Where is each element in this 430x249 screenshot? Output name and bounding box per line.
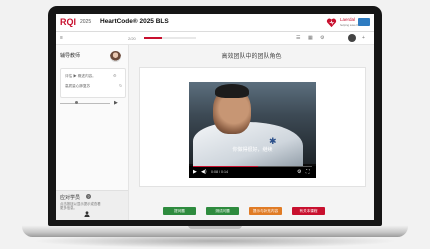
sidebar: 辅导教师 评估 ▶ 概述内容。 高质量心肺复苏 ⚙ ↻ ▶ 应对学员 ? 点击按… — [56, 45, 129, 220]
action-buttons: 提问题 测试问题 提示与补充内容 有关本课程 — [129, 207, 374, 217]
video-player[interactable]: ✱ 你做得很好，继续 ▶ ◀) 0:08 / 0:14 ⚙ ⛶ — [189, 82, 316, 178]
top-action-button[interactable] — [358, 18, 370, 26]
about-course-button[interactable]: 有关本课程 — [292, 207, 325, 215]
video-card: ✱ 你做得很好，继续 ▶ ◀) 0:08 / 0:14 ⚙ ⛶ — [139, 67, 366, 187]
hamburger-icon[interactable]: ≡ — [60, 35, 63, 41]
video-controls: ▶ ◀) 0:08 / 0:14 ⚙ ⛶ — [189, 166, 316, 178]
video-subtitle: 你做得很好，继续 — [232, 147, 273, 153]
audio-scrub-handle[interactable] — [75, 101, 78, 104]
toolbar: ≡ 2/20 ☰ ▦ ⚙ + — [56, 32, 374, 45]
test-question-button[interactable]: 测试问题 — [206, 207, 239, 215]
volume-icon[interactable]: ◀) — [201, 169, 207, 175]
audio-track[interactable] — [60, 103, 110, 104]
play-icon[interactable]: ▶ — [114, 100, 118, 106]
chat-line: 评估 ▶ 概述内容。 — [65, 74, 96, 78]
main-content: 高效团队中的团队角色 ✱ 你做得很好，继续 ▶ ◀) 0:08 / 0:14 ⚙… — [129, 45, 374, 220]
rqi-logo-year: 2025 — [80, 19, 92, 25]
ask-question-button[interactable]: 提问题 — [163, 207, 196, 215]
video-frame[interactable]: ✱ 你做得很好，继续 — [189, 82, 316, 170]
course-title: HeartCode® 2025 BLS — [100, 18, 169, 25]
course-progress-fill — [144, 37, 163, 39]
video-seek-bar[interactable] — [193, 166, 312, 167]
help-text-line: 更多信息。 — [60, 206, 77, 210]
help-panel-title: 应对学员 — [60, 195, 81, 201]
person-icon[interactable] — [84, 211, 90, 217]
rqi-logo: RQI — [60, 17, 77, 27]
chat-settings-icon[interactable]: ⚙ — [113, 73, 117, 78]
list-icon[interactable]: ☰ — [296, 35, 300, 41]
play-icon[interactable]: ▶ — [193, 169, 197, 175]
plus-icon[interactable]: + — [362, 35, 365, 41]
course-progress-bar — [144, 37, 196, 39]
breadcrumb: 2/20 — [128, 36, 136, 41]
grid-icon[interactable]: ▦ — [308, 35, 313, 41]
fullscreen-icon[interactable]: ⛶ — [306, 169, 310, 175]
replay-icon[interactable]: ↻ — [119, 83, 122, 88]
tips-button[interactable]: 提示与补充内容 — [249, 207, 282, 215]
coach-title: 辅导教师 — [60, 53, 81, 59]
coach-avatar — [110, 51, 121, 62]
chat-line: 高质量心肺复苏 — [65, 84, 91, 88]
coach-audio-player[interactable]: ▶ — [60, 100, 124, 106]
settings-icon[interactable]: ⚙ — [297, 169, 301, 175]
app-screen: RQI 2025 HeartCode® 2025 BLS Laerdal hel… — [56, 14, 374, 220]
scene-title: 高效团队中的团队角色 — [221, 54, 282, 60]
help-icon[interactable]: ? — [86, 193, 91, 199]
heart-logo-icon — [326, 18, 337, 28]
video-seek-fill — [193, 166, 259, 167]
learner-help-panel: 应对学员 ? 点击按钮以显示提示或查看 更多信息。 — [56, 190, 128, 220]
video-time: 0:08 / 0:14 — [211, 170, 228, 174]
coach-message-box: 评估 ▶ 概述内容。 高质量心肺复苏 ⚙ ↻ — [60, 68, 126, 98]
user-avatar[interactable] — [348, 34, 356, 42]
video-person-hair — [215, 84, 249, 98]
top-bar: RQI 2025 HeartCode® 2025 BLS Laerdal hel… — [56, 14, 374, 32]
settings-icon[interactable]: ⚙ — [320, 35, 324, 41]
